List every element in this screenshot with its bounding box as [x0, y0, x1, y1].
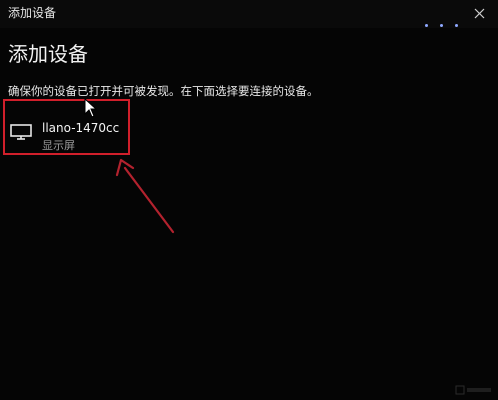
title-bar: 添加设备: [0, 0, 498, 28]
progress-dot: [440, 24, 443, 27]
progress-dot: [455, 24, 458, 27]
mouse-pointer-icon: [84, 98, 98, 118]
add-device-dialog: 添加设备 添加设备 确保你的设备已打开并可被发现。在下面选择要连接的设备。 ll…: [0, 0, 498, 400]
window-title: 添加设备: [8, 6, 57, 20]
close-icon: [474, 8, 484, 18]
device-item-llano-1470cc[interactable]: llano-1470cc 显示屏: [3, 99, 130, 155]
device-type: 显示屏: [42, 139, 75, 152]
close-button[interactable]: [466, 2, 492, 24]
monitor-icon: [10, 124, 32, 140]
page-heading: 添加设备: [8, 42, 88, 66]
instruction-text: 确保你的设备已打开并可被发现。在下面选择要连接的设备。: [8, 84, 319, 98]
progress-dot: [425, 24, 428, 27]
watermark-logo: [455, 385, 491, 395]
searching-progress-indicator: [425, 24, 458, 27]
device-name: llano-1470cc: [42, 121, 120, 135]
